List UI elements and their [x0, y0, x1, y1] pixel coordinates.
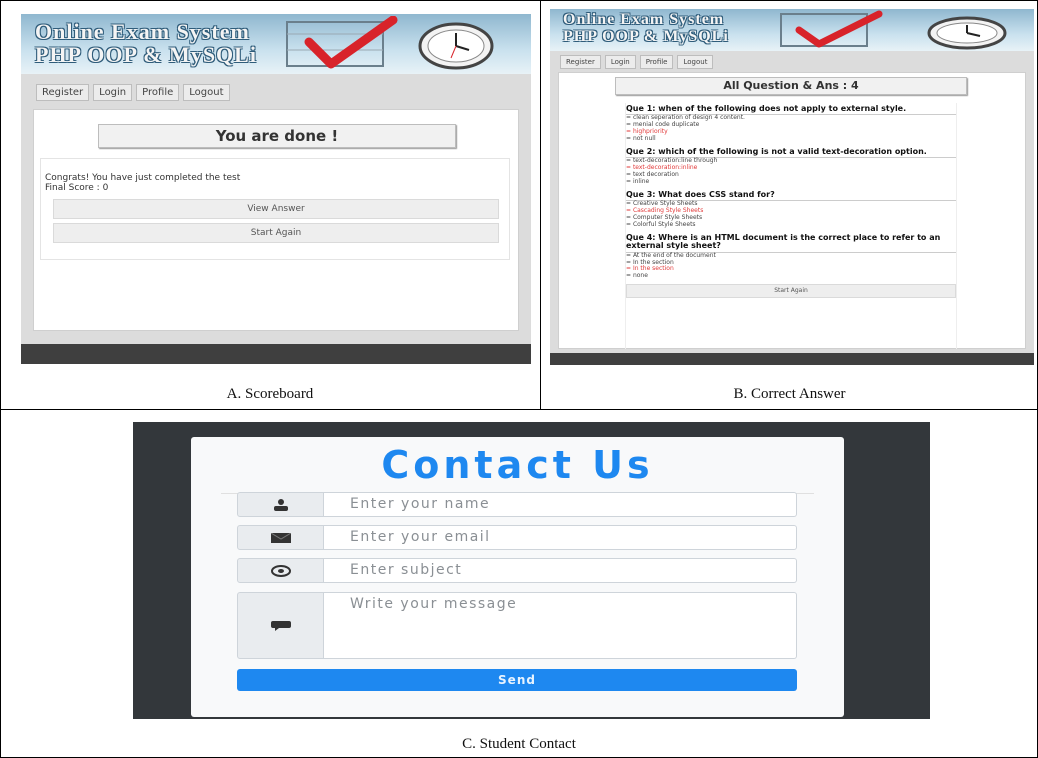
view-answer-button[interactable]: View Answer [53, 199, 499, 219]
message-textarea[interactable]: Write your message [324, 592, 797, 659]
brand-line-1: Online Exam System [35, 19, 250, 44]
content-panel: You are done ! Congrats! You have just c… [33, 109, 519, 331]
at-sign-icon [237, 558, 324, 583]
question-item: Que 4: Where is an HTML document is the … [626, 233, 956, 280]
nav-login[interactable]: Login [93, 84, 133, 101]
question-item: Que 2: which of the following is not a v… [626, 147, 956, 186]
nav-logout[interactable]: Logout [183, 84, 230, 101]
answer-option: = none [626, 272, 648, 280]
nav-profile[interactable]: Profile [639, 55, 674, 69]
nav-profile[interactable]: Profile [136, 84, 180, 101]
subject-field-group: Enter subject [237, 558, 797, 583]
question-list: Que 1: when of the following does not ap… [625, 103, 957, 349]
site-brand: Online Exam System PHP OOP & MySQLi [563, 11, 729, 46]
brand-line-2: PHP OOP & MySQLi [563, 27, 729, 45]
question-item: Que 3: What does CSS stand for? = Creati… [626, 190, 956, 229]
start-again-button[interactable]: Start Again [53, 223, 499, 243]
answer-option: = In the section [626, 258, 674, 266]
answer-option: = At the end of the document [626, 251, 716, 259]
answer-option: = text decoration [626, 171, 679, 179]
user-icon [237, 492, 324, 517]
done-heading: You are done ! [98, 124, 456, 148]
email-input[interactable]: Enter your email [324, 525, 797, 550]
caption-b: B. Correct Answer [733, 386, 846, 402]
site-footer [21, 344, 531, 364]
contact-card: Contact Us Enter your name Enter your em… [191, 437, 844, 717]
caption-c: C. Student Contact [462, 736, 576, 752]
name-field-group: Enter your name [237, 492, 797, 517]
site-footer [550, 353, 1034, 365]
email-field-group: Enter your email [237, 525, 797, 550]
question-item: Que 1: when of the following does not ap… [626, 104, 956, 143]
checkmark-icon [286, 16, 398, 69]
answers-heading: All Question & Ans : 4 [615, 77, 967, 95]
name-input[interactable]: Enter your name [324, 492, 797, 517]
caption-a: A. Scoreboard [226, 386, 314, 402]
divider-vertical [540, 0, 541, 410]
answer-option-correct: = In the section [626, 265, 674, 273]
question-text: Que 4: Where is an HTML document is the … [626, 233, 956, 253]
comment-icon [237, 592, 324, 659]
divider-horizontal [0, 409, 1038, 410]
envelope-icon [237, 525, 324, 550]
checkmark-icon [780, 10, 883, 48]
nav-logout[interactable]: Logout [677, 55, 714, 69]
congrats-message: Congrats! You have just completed the te… [45, 173, 241, 183]
start-again-button[interactable]: Start Again [626, 284, 956, 299]
site-banner: Online Exam System PHP OOP & MySQLi [21, 14, 531, 74]
answer-option: = not null [626, 135, 656, 143]
content-panel: All Question & Ans : 4 Que 1: when of th… [558, 72, 1026, 349]
top-nav: Register Login Profile Logout [36, 84, 230, 101]
brand-line-1: Online Exam System [563, 11, 725, 28]
send-button[interactable]: Send [237, 669, 797, 691]
site-banner: Online Exam System PHP OOP & MySQLi [550, 9, 1034, 51]
answer-option: = menial code duplicate [626, 121, 700, 129]
message-field-group: Write your message [237, 592, 797, 659]
clock-icon [927, 16, 1007, 50]
answers-app: Online Exam System PHP OOP & MySQLi Regi… [550, 9, 1034, 365]
result-box: Congrats! You have just completed the te… [40, 158, 510, 260]
subject-input[interactable]: Enter subject [324, 558, 797, 583]
brand-line-2: PHP OOP & MySQLi [35, 42, 257, 68]
final-score: Final Score : 0 [45, 183, 109, 193]
nav-register[interactable]: Register [560, 55, 601, 69]
answer-option: = inline [626, 178, 650, 186]
top-nav: Register Login Profile Logout [560, 55, 714, 69]
clock-icon [418, 22, 494, 70]
site-brand: Online Exam System PHP OOP & MySQLi [35, 20, 257, 66]
contact-title: Contact Us [381, 443, 654, 487]
nav-register[interactable]: Register [36, 84, 90, 101]
scoreboard-app: Online Exam System PHP OOP & MySQLi Regi… [21, 14, 531, 364]
answer-option-correct: = highpriority [626, 128, 668, 136]
answer-option: = Colorful Style Sheets [626, 220, 696, 228]
nav-login[interactable]: Login [604, 55, 636, 69]
